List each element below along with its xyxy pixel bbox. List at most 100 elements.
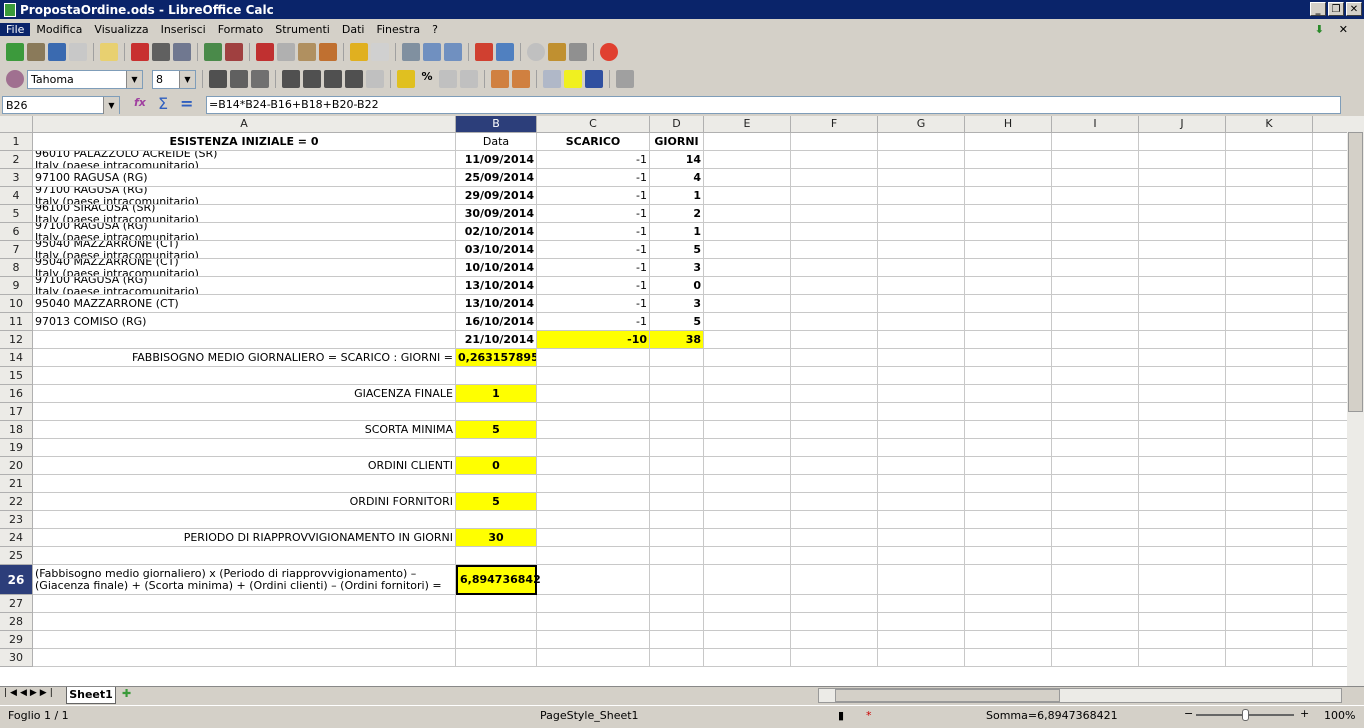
copy-icon[interactable]: [277, 43, 295, 61]
cell-C20[interactable]: [537, 457, 650, 475]
cell-I26[interactable]: [1052, 565, 1139, 595]
cell-L18[interactable]: [1313, 421, 1347, 439]
cell-B30[interactable]: [456, 649, 537, 667]
cell-H9[interactable]: [965, 277, 1052, 295]
cell-D11[interactable]: 5: [650, 313, 704, 331]
justify-icon[interactable]: [345, 70, 363, 88]
cell-I24[interactable]: [1052, 529, 1139, 547]
cell-G26[interactable]: [878, 565, 965, 595]
column-header-G[interactable]: G: [878, 116, 965, 133]
cell-H25[interactable]: [965, 547, 1052, 565]
cell-J9[interactable]: [1139, 277, 1226, 295]
cell-E28[interactable]: [704, 613, 791, 631]
cell-K15[interactable]: [1226, 367, 1313, 385]
cell-L26[interactable]: [1313, 565, 1347, 595]
percent-format-icon[interactable]: %: [418, 70, 436, 88]
cell-D22[interactable]: [650, 493, 704, 511]
cell-K8[interactable]: [1226, 259, 1313, 277]
cell-I10[interactable]: [1052, 295, 1139, 313]
cell-K26[interactable]: [1226, 565, 1313, 595]
cell-J1[interactable]: [1139, 133, 1226, 151]
cell-J24[interactable]: [1139, 529, 1226, 547]
row-header-23[interactable]: 23: [0, 511, 33, 529]
cell-I7[interactable]: [1052, 241, 1139, 259]
cell-G5[interactable]: [878, 205, 965, 223]
cell-H6[interactable]: [965, 223, 1052, 241]
cell-H21[interactable]: [965, 475, 1052, 493]
cell-A27[interactable]: [33, 595, 456, 613]
cell-D17[interactable]: [650, 403, 704, 421]
cell-A1[interactable]: ESISTENZA INIZIALE = 0: [33, 133, 456, 151]
cell-K4[interactable]: [1226, 187, 1313, 205]
cell-A16[interactable]: GIACENZA FINALE: [33, 385, 456, 403]
cell-K20[interactable]: [1226, 457, 1313, 475]
cell-C1[interactable]: SCARICO: [537, 133, 650, 151]
cell-E9[interactable]: [704, 277, 791, 295]
cell-E25[interactable]: [704, 547, 791, 565]
close-button[interactable]: ✕: [1346, 2, 1362, 16]
cell-D4[interactable]: 1: [650, 187, 704, 205]
cell-E23[interactable]: [704, 511, 791, 529]
redo-icon[interactable]: [371, 43, 389, 61]
cell-C17[interactable]: [537, 403, 650, 421]
cell-L30[interactable]: [1313, 649, 1347, 667]
minimize-button[interactable]: _: [1310, 2, 1326, 16]
cell-C21[interactable]: [537, 475, 650, 493]
cell-D12[interactable]: 38: [650, 331, 704, 349]
cell-L28[interactable]: [1313, 613, 1347, 631]
cell-E26[interactable]: [704, 565, 791, 595]
spreadsheet-grid[interactable]: ABCDEFGHIJKL1ESISTENZA INIZIALE = 0DataS…: [0, 116, 1347, 686]
cell-G10[interactable]: [878, 295, 965, 313]
row-header-3[interactable]: 3: [0, 169, 33, 187]
cell-H11[interactable]: [965, 313, 1052, 331]
cell-B16[interactable]: 1: [456, 385, 537, 403]
cell-E27[interactable]: [704, 595, 791, 613]
cell-I15[interactable]: [1052, 367, 1139, 385]
cell-H22[interactable]: [965, 493, 1052, 511]
menu-inserisci[interactable]: Inserisci: [155, 23, 212, 36]
cell-F2[interactable]: [791, 151, 878, 169]
cell-D23[interactable]: [650, 511, 704, 529]
cell-F26[interactable]: [791, 565, 878, 595]
cell-L16[interactable]: [1313, 385, 1347, 403]
cell-C19[interactable]: [537, 439, 650, 457]
cell-G20[interactable]: [878, 457, 965, 475]
cell-H5[interactable]: [965, 205, 1052, 223]
cell-L3[interactable]: [1313, 169, 1347, 187]
cell-B20[interactable]: 0: [456, 457, 537, 475]
cell-G28[interactable]: [878, 613, 965, 631]
row-header-25[interactable]: 25: [0, 547, 33, 565]
cell-G15[interactable]: [878, 367, 965, 385]
row-header-29[interactable]: 29: [0, 631, 33, 649]
font-name-combo[interactable]: Tahoma ▼: [27, 69, 143, 89]
row-header-6[interactable]: 6: [0, 223, 33, 241]
corner-select-all[interactable]: [0, 116, 33, 133]
cell-B10[interactable]: 13/10/2014: [456, 295, 537, 313]
help-icon[interactable]: [600, 43, 618, 61]
cell-H2[interactable]: [965, 151, 1052, 169]
cell-B22[interactable]: 5: [456, 493, 537, 511]
font-size-combo[interactable]: 8 ▼: [152, 69, 196, 89]
print-icon[interactable]: [152, 43, 170, 61]
add-decimal-icon[interactable]: [439, 70, 457, 88]
column-header-F[interactable]: F: [791, 116, 878, 133]
menu-visualizza[interactable]: Visualizza: [88, 23, 154, 36]
cell-E16[interactable]: [704, 385, 791, 403]
cell-I30[interactable]: [1052, 649, 1139, 667]
cell-D16[interactable]: [650, 385, 704, 403]
cell-B3[interactable]: 25/09/2014: [456, 169, 537, 187]
cell-B9[interactable]: 13/10/2014: [456, 277, 537, 295]
cell-J2[interactable]: [1139, 151, 1226, 169]
cell-B6[interactable]: 02/10/2014: [456, 223, 537, 241]
cell-L23[interactable]: [1313, 511, 1347, 529]
cell-J19[interactable]: [1139, 439, 1226, 457]
cell-F1[interactable]: [791, 133, 878, 151]
cell-L15[interactable]: [1313, 367, 1347, 385]
cell-I1[interactable]: [1052, 133, 1139, 151]
cell-K14[interactable]: [1226, 349, 1313, 367]
cell-H4[interactable]: [965, 187, 1052, 205]
cell-K11[interactable]: [1226, 313, 1313, 331]
menu-help[interactable]: ?: [426, 23, 444, 36]
cell-H17[interactable]: [965, 403, 1052, 421]
cell-C6[interactable]: -1: [537, 223, 650, 241]
